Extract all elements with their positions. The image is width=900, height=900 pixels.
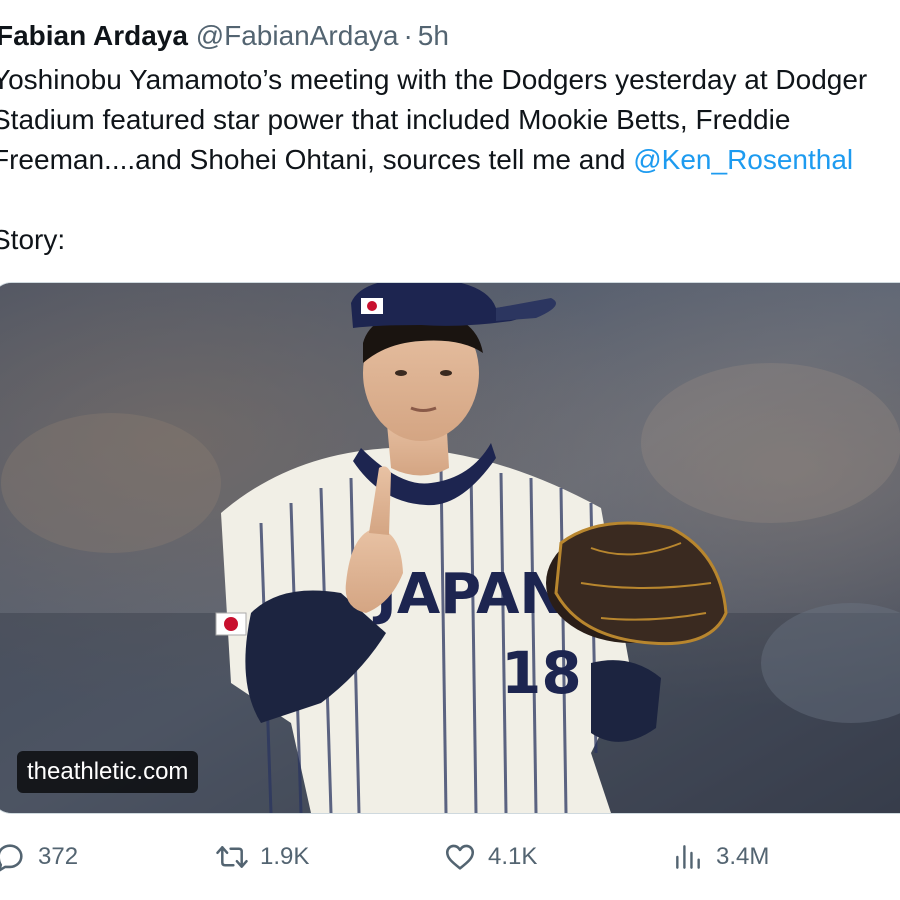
tweet-text-line-3: Freeman....and Shohei Ohtani, sources te…: [0, 140, 900, 180]
separator-dot: ·: [403, 20, 413, 51]
repost-count: 1.9K: [260, 843, 310, 870]
author-name[interactable]: Fabian Ardaya: [0, 20, 188, 51]
repost-button[interactable]: 1.9K: [212, 832, 309, 882]
views-button[interactable]: 3.4M: [668, 832, 769, 882]
tweet-text-line-2: Stadium featured star power that include…: [0, 104, 791, 135]
views-bar-chart-icon: [668, 837, 708, 877]
jersey-number: 18: [501, 639, 582, 707]
like-button[interactable]: 4.1K: [440, 832, 537, 882]
link-source-chip[interactable]: theathletic.com: [17, 751, 199, 793]
reply-icon: [0, 837, 30, 877]
like-count: 4.1K: [488, 843, 538, 870]
tweet-text: Yoshinobu Yamamoto’s meeting with the Do…: [0, 60, 900, 260]
author-handle[interactable]: @FabianArdaya: [196, 20, 399, 51]
tweet-text-story-label: Story:: [0, 224, 66, 255]
repost-icon: [212, 837, 252, 877]
tweet: Fabian Ardaya @FabianArdaya · 5h Yoshinobu…: [0, 0, 900, 900]
views-count: 3.4M: [716, 843, 770, 870]
tweet-media-image[interactable]: JAPAN 18 theathletic.com: [0, 282, 900, 814]
tweet-header: Fabian Ardaya @FabianArdaya · 5h: [0, 18, 449, 54]
timestamp[interactable]: 5h: [418, 20, 449, 51]
reply-count: 372: [38, 843, 79, 870]
mention-link[interactable]: @Ken_Rosenthal: [633, 144, 853, 175]
heart-icon: [440, 837, 480, 877]
player-photo: JAPAN 18: [0, 283, 900, 813]
tweet-text-line-1: Yoshinobu Yamamoto’s meeting with the Do…: [0, 64, 868, 95]
tweet-text-line-3-prefix: Freeman....and Shohei Ohtani, sources te…: [0, 144, 634, 175]
reply-button[interactable]: 372: [0, 832, 78, 882]
tweet-actions: 372 1.9K 4.1K 3.4M: [0, 832, 900, 882]
